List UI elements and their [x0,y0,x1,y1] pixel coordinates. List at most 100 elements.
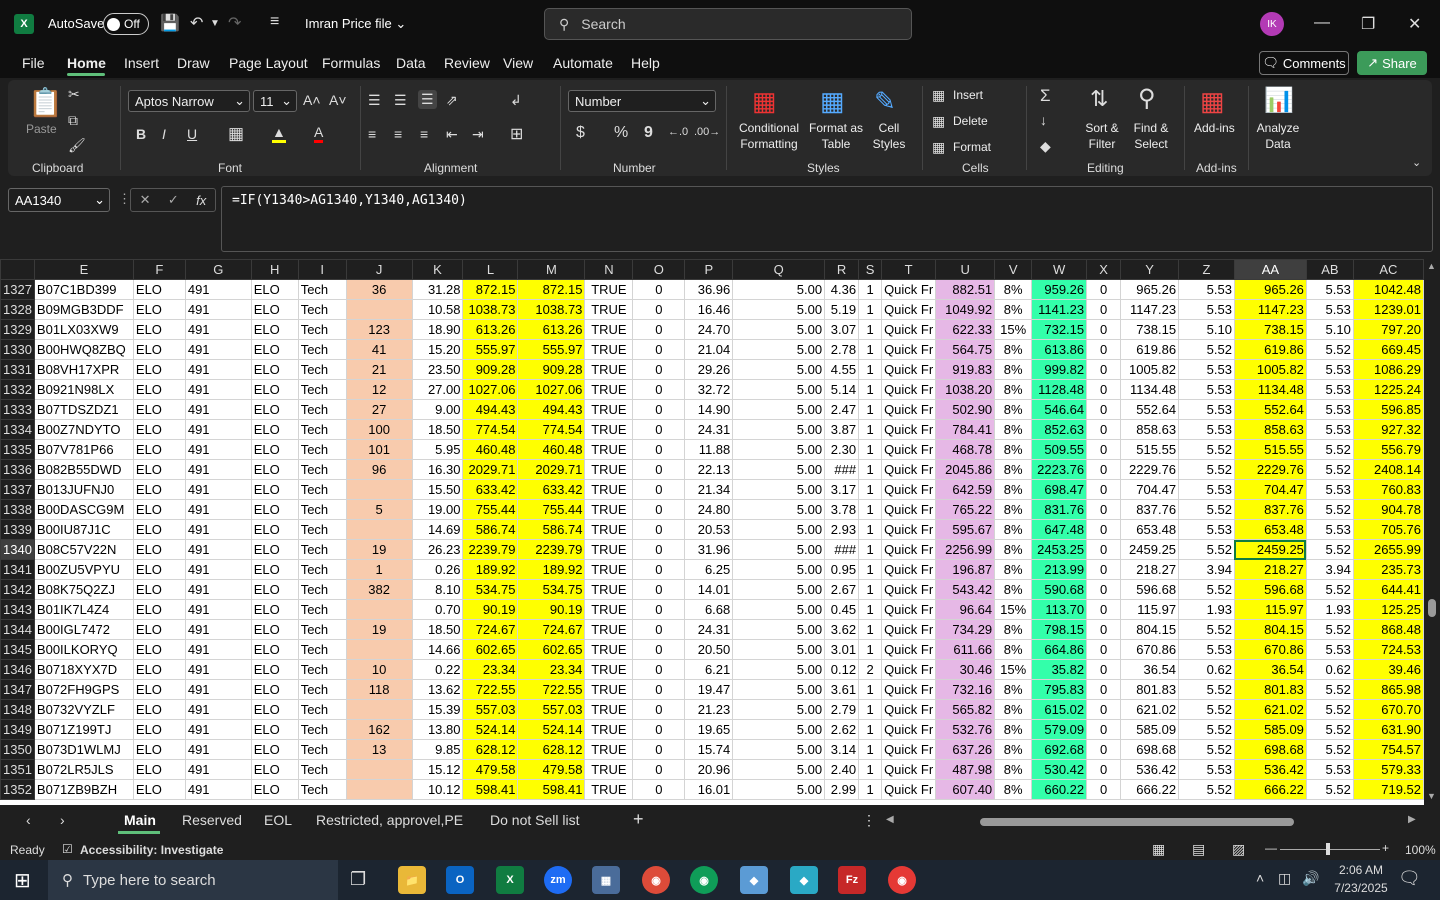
collapse-ribbon-icon[interactable]: ⌄ [1412,156,1421,169]
cell-q[interactable]: 5.00 [732,619,826,640]
increase-font-icon[interactable]: A˄ [303,92,321,108]
cell-x[interactable]: 0 [1086,719,1122,740]
cell-w[interactable]: 698.47 [1031,479,1088,500]
cell-x[interactable]: 0 [1086,739,1122,760]
cell-j[interactable] [345,639,413,660]
column-header-r[interactable]: R [824,259,860,280]
cell-j[interactable]: 118 [345,679,413,700]
cell-z[interactable]: 5.52 [1178,499,1235,520]
cell-z[interactable]: 5.53 [1178,359,1235,380]
cell-ab[interactable]: 5.52 [1305,699,1354,720]
cell-i[interactable]: Tech [297,579,347,600]
cell-ab[interactable]: 5.52 [1305,459,1354,480]
cell-h[interactable]: ELO [250,499,299,520]
align-top-icon[interactable]: ☰ [368,92,381,109]
cell-j[interactable]: 19 [345,619,413,640]
cell-i[interactable]: Tech [297,319,347,340]
tab-restricted[interactable]: Restricted, approvel,PE [316,812,463,828]
cell-u[interactable]: 919.83 [935,359,996,380]
cell-j[interactable]: 5 [345,499,413,520]
cell-l[interactable]: 557.03 [462,699,519,720]
cell-i[interactable]: Tech [297,699,347,720]
cell-o[interactable]: 0 [632,299,686,320]
cell-l[interactable]: 602.65 [462,639,519,660]
cell-o[interactable]: 0 [632,419,686,440]
cell-t[interactable]: Quick Fr [881,739,937,760]
cell-aa[interactable]: 1147.23 [1233,299,1307,320]
cell-aa[interactable]: 837.76 [1233,499,1307,520]
cell-v[interactable]: 8% [994,539,1033,560]
cell-y[interactable]: 2229.76 [1120,459,1180,480]
cell-u[interactable]: 565.82 [935,699,996,720]
cell-i[interactable]: Tech [297,639,347,660]
cell-o[interactable]: 0 [632,379,686,400]
cell-i[interactable]: Tech [297,739,347,760]
cell-v[interactable]: 8% [994,739,1033,760]
cell-f[interactable]: ELO [132,739,186,760]
cell-ab[interactable]: 5.53 [1305,359,1354,380]
cell-r[interactable]: 3.62 [824,619,860,640]
delete-cells-icon[interactable]: ▦ [932,113,945,130]
cell-z[interactable]: 5.53 [1178,399,1235,420]
cell-ab[interactable]: 5.53 [1305,299,1354,320]
cell-aa[interactable]: 2229.76 [1233,459,1307,480]
cell-f[interactable]: ELO [132,779,186,800]
column-header-g[interactable]: G [184,259,252,280]
cell-s[interactable]: 1 [858,559,883,580]
cell-y[interactable]: 115.97 [1120,599,1180,620]
cell-e[interactable]: B00IU87J1C [33,519,134,540]
cell-r[interactable]: ### [824,539,860,560]
cell-y[interactable]: 801.83 [1120,679,1180,700]
cell-y[interactable]: 704.47 [1120,479,1180,500]
cell-ac[interactable]: 2655.99 [1352,539,1424,560]
cell-u[interactable]: 30.46 [935,659,996,680]
cell-p[interactable]: 11.88 [684,439,734,460]
cell-h[interactable]: ELO [250,279,299,300]
cell-h[interactable]: ELO [250,539,299,560]
cell-f[interactable]: ELO [132,339,186,360]
row-header[interactable]: 1343 [0,599,35,620]
cell-k[interactable]: 0.22 [411,659,464,680]
merge-center-icon[interactable]: ⊞ [510,124,523,144]
cell-u[interactable]: 611.66 [935,639,996,660]
cell-i[interactable]: Tech [297,459,347,480]
cell-x[interactable]: 0 [1086,519,1122,540]
cell-x[interactable]: 0 [1086,499,1122,520]
column-header-s[interactable]: S [858,259,883,280]
insert-function-icon[interactable]: fx [196,193,206,208]
cell-u[interactable]: 732.16 [935,679,996,700]
cell-f[interactable]: ELO [132,439,186,460]
cell-j[interactable]: 96 [345,459,413,480]
cell-q[interactable]: 5.00 [732,759,826,780]
column-header-y[interactable]: Y [1120,259,1180,280]
cell-m[interactable]: 189.92 [517,559,586,580]
formula-input[interactable]: =IF(Y1340>AG1340,Y1340,AG1340) [221,186,1433,252]
format-painter-icon[interactable]: 🖌 [68,137,86,154]
cell-w[interactable]: 831.76 [1031,499,1088,520]
cell-g[interactable]: 491 [184,719,252,740]
cell-z[interactable]: 5.52 [1178,739,1235,760]
cell-f[interactable]: ELO [132,599,186,620]
cell-y[interactable]: 552.64 [1120,399,1180,420]
select-all-corner[interactable] [0,259,35,280]
cell-p[interactable]: 14.90 [684,399,734,420]
cell-y[interactable]: 2459.25 [1120,539,1180,560]
cell-q[interactable]: 5.00 [732,739,826,760]
cell-l[interactable]: 909.28 [462,359,519,380]
cell-u[interactable]: 468.78 [935,439,996,460]
cell-t[interactable]: Quick Fr [881,719,937,740]
outlook-icon[interactable]: O [446,866,474,894]
cell-i[interactable]: Tech [297,279,347,300]
cell-p[interactable]: 20.50 [684,639,734,660]
cell-m[interactable]: 557.03 [517,699,586,720]
tab-main[interactable]: Main [124,812,156,828]
cell-r[interactable]: 3.78 [824,499,860,520]
chrome-profile-icon[interactable]: ◉ [690,866,718,894]
cell-aa[interactable]: 653.48 [1233,519,1307,540]
cell-e[interactable]: B073D1WLMJ [33,739,134,760]
cell-p[interactable]: 29.26 [684,359,734,380]
network-icon[interactable]: ◫ [1278,870,1291,887]
conditional-formatting-label[interactable]: Conditional Formatting [733,120,805,152]
cell-l[interactable]: 613.26 [462,319,519,340]
cell-h[interactable]: ELO [250,319,299,340]
